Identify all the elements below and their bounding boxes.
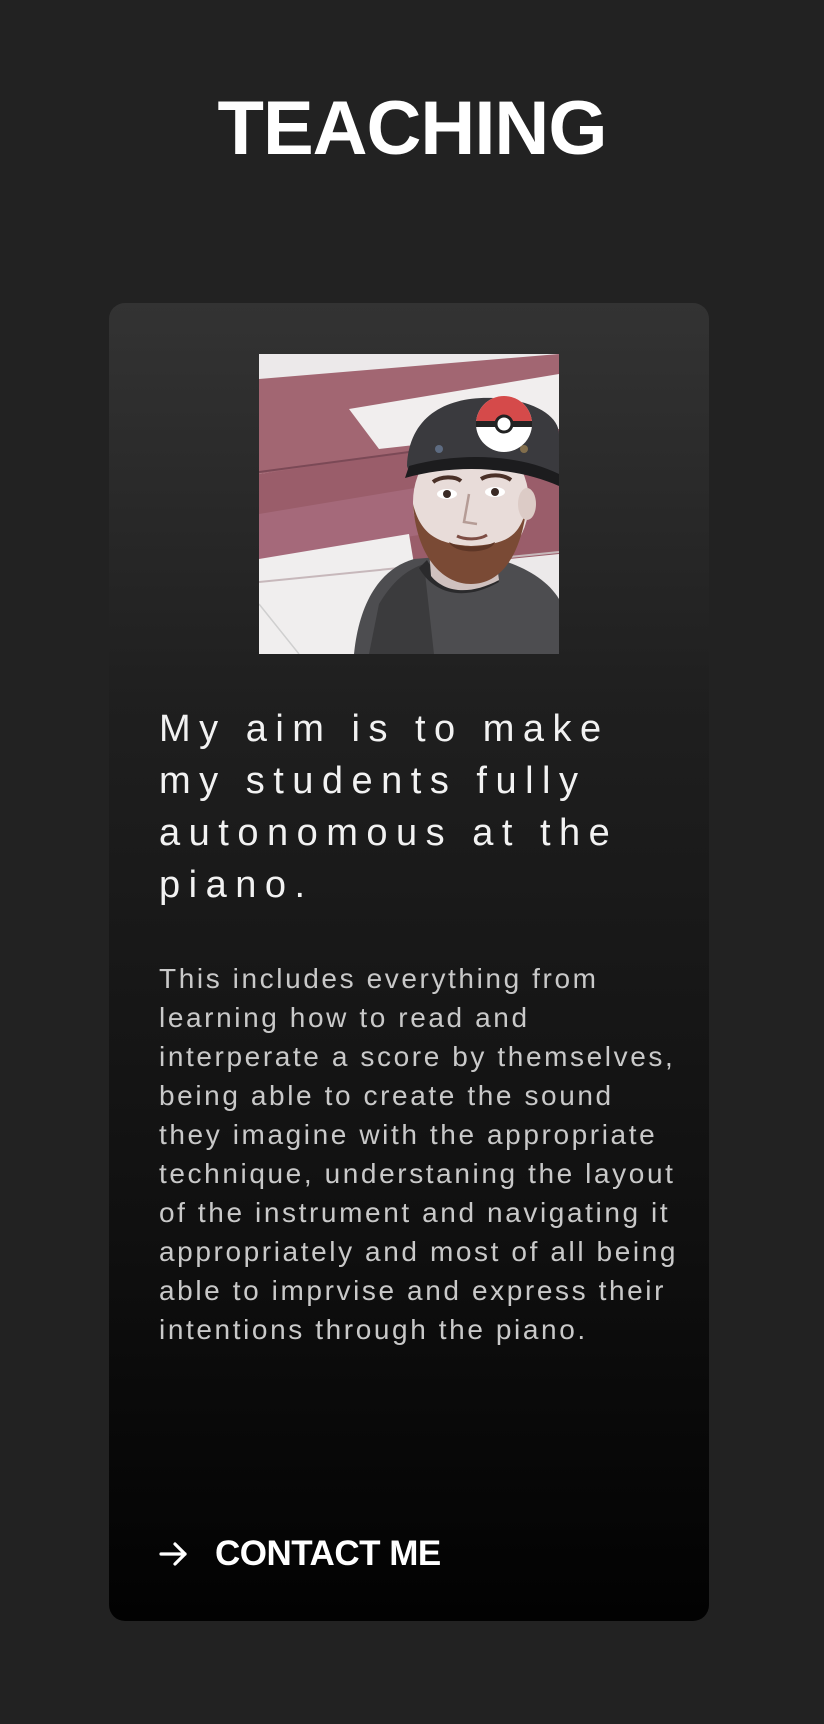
arrow-right-icon	[159, 1539, 189, 1569]
contact-me-button[interactable]: CONTACT ME	[159, 1529, 441, 1579]
page-title: TEACHING	[217, 86, 608, 171]
teacher-portrait-image	[259, 354, 559, 654]
teaching-headline: My aim is to make my students fully auto…	[159, 708, 619, 906]
contact-me-label: CONTACT ME	[215, 1534, 441, 1573]
teaching-description: This includes everything from learning h…	[159, 963, 679, 1345]
teaching-card: My aim is to make my students fully auto…	[109, 303, 709, 1621]
